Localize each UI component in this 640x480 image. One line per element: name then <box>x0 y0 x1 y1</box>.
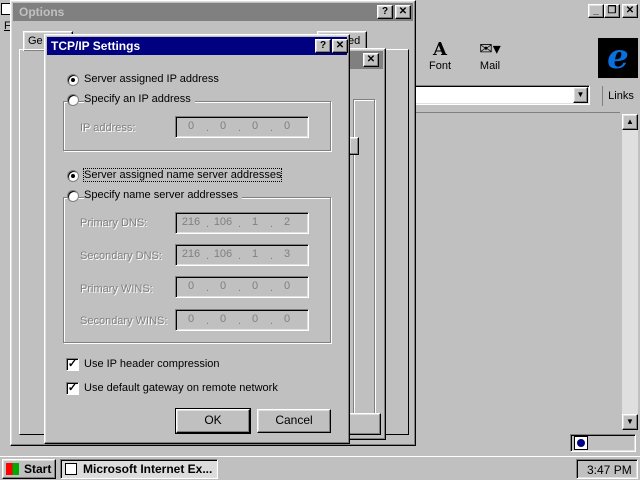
taskbar: Start Microsoft Internet Ex... 3:47 PM <box>0 456 640 480</box>
scroll-up-button[interactable]: ▲ <box>622 114 638 130</box>
label-ip-address: IP address: <box>80 122 136 134</box>
dialup-button[interactable] <box>349 137 359 155</box>
font-icon: A <box>433 39 447 60</box>
dialog-close-button[interactable]: ✕ <box>332 39 348 53</box>
options-help-button[interactable]: ? <box>377 5 393 19</box>
secondary-wins-field[interactable]: 0. 0. 0. 0 <box>175 309 309 331</box>
restore-button[interactable]: ❐ <box>604 4 620 18</box>
scroll-down-button[interactable]: ▼ <box>622 414 638 430</box>
cancel-label: Cancel <box>275 413 313 427</box>
taskbar-item-ie[interactable]: Microsoft Internet Ex... <box>60 459 218 479</box>
font-label: Font <box>428 60 451 72</box>
radio-specify-dns[interactable] <box>67 190 79 202</box>
vertical-scrollbar[interactable]: ▲ ▼ <box>622 114 638 430</box>
label-primary-wins: Primary WINS: <box>80 283 153 295</box>
options-title-bar: Options <box>13 3 413 21</box>
minimize-button[interactable]: _ <box>588 4 604 18</box>
ok-button[interactable]: OK <box>175 408 251 434</box>
label-server-assigned-ip: Server assigned IP address <box>84 73 219 85</box>
tcpip-dialog: TCP/IP Settings ? ✕ Server assigned IP a… <box>44 34 350 444</box>
links-label: Links <box>608 90 634 102</box>
clock[interactable]: 3:47 PM <box>587 463 632 477</box>
dialup-cancel-button[interactable] <box>347 413 381 435</box>
label-secondary-wins: Secondary WINS: <box>80 315 168 327</box>
label-primary-dns: Primary DNS: <box>80 217 148 229</box>
address-field-frame <box>414 85 590 105</box>
label-server-assigned-dns: Server assigned name server addresses <box>82 168 283 182</box>
dialog-title: TCP/IP Settings <box>51 39 141 53</box>
label-default-gateway: Use default gateway on remote network <box>84 382 278 394</box>
ip-address-field[interactable]: 0. 0. 0. 0 <box>175 116 309 138</box>
primary-wins-field[interactable]: 0. 0. 0. 0 <box>175 276 309 298</box>
mail-label: Mail <box>479 60 501 72</box>
ie-task-icon <box>65 463 77 475</box>
checkbox-default-gateway[interactable]: ✓ <box>66 382 79 395</box>
close-button[interactable]: ✕ <box>622 4 638 18</box>
options-close-button[interactable]: ✕ <box>395 5 411 19</box>
label-ip-header-compression: Use IP header compression <box>84 358 220 370</box>
radio-specify-ip[interactable] <box>67 94 79 106</box>
windows-logo-icon <box>6 463 19 475</box>
radio-server-assigned-ip[interactable] <box>67 74 79 86</box>
mail-icon: ✉▾ <box>479 41 501 58</box>
mail-button[interactable]: ✉▾ Mail <box>472 40 508 80</box>
address-dropdown-button[interactable]: ▼ <box>573 87 588 103</box>
dialog-help-button[interactable]: ? <box>315 39 331 53</box>
links-button[interactable]: Links <box>602 86 639 106</box>
label-specify-dns: Specify name server addresses <box>84 189 243 201</box>
status-bar <box>414 434 640 454</box>
options-title: Options <box>19 5 65 19</box>
checkbox-ip-header-compression[interactable]: ✓ <box>66 358 79 371</box>
label-secondary-dns: Secondary DNS: <box>80 250 162 262</box>
label-specify-ip: Specify an IP address <box>84 93 195 105</box>
dialog-title-bar: TCP/IP Settings <box>47 37 347 55</box>
dialup-close-button[interactable]: ✕ <box>363 53 379 67</box>
ie-logo-icon: e <box>607 37 629 77</box>
ie-content <box>414 112 620 431</box>
ok-label: OK <box>204 413 222 427</box>
ie-toolbar: A Font ✉▾ Mail e <box>414 36 640 82</box>
tab-general-label: Ge <box>28 35 43 47</box>
taskbar-item-label: Microsoft Internet Ex... <box>83 462 213 476</box>
cancel-button[interactable]: Cancel <box>257 409 331 433</box>
primary-dns-field[interactable]: 216. 106. 1. 2 <box>175 212 309 234</box>
internet-zone-icon <box>574 436 588 450</box>
font-button[interactable]: A Font <box>424 40 456 80</box>
secondary-dns-field[interactable]: 216. 106. 1. 3 <box>175 244 309 266</box>
ie-logo: e <box>598 38 638 78</box>
start-label: Start <box>24 462 52 476</box>
radio-server-assigned-dns[interactable] <box>67 170 79 182</box>
start-button[interactable]: Start <box>2 459 56 479</box>
system-tray: 3:47 PM <box>576 459 638 479</box>
